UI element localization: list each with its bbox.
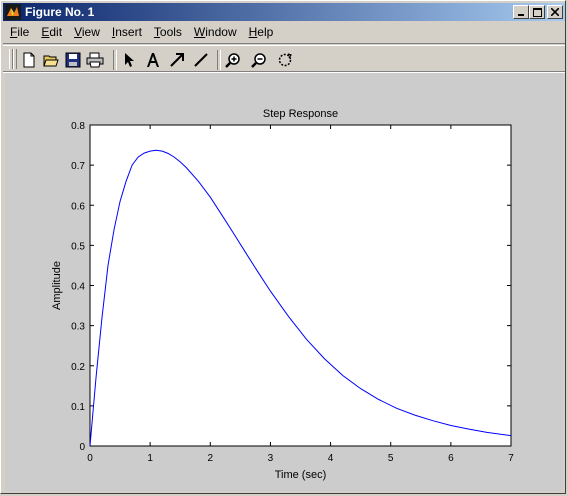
- window-title: Figure No. 1: [25, 5, 95, 19]
- y-tick-label: 0: [79, 442, 85, 453]
- x-tick-label: 1: [147, 453, 153, 464]
- zoom-out-button[interactable]: [249, 50, 269, 70]
- figure-canvas[interactable]: 0 1 2 3 4 5 6 7 0 0.1 0.2 0.3 0.4 0.5 0.6 0.7 0.8 Step Re…: [5, 73, 563, 491]
- y-tick-label: 0.4: [71, 282, 85, 293]
- toolbar-separator: [113, 50, 117, 70]
- x-tick-label: 4: [328, 453, 334, 464]
- zoom-in-icon: [225, 53, 240, 68]
- zoom-in-button[interactable]: [223, 50, 243, 70]
- edit-plot-button[interactable]: [119, 50, 139, 70]
- arrow-icon: [170, 53, 184, 67]
- new-figure-button[interactable]: [19, 50, 39, 70]
- menu-tools[interactable]: Tools: [147, 23, 187, 41]
- zoom-out-icon: [251, 53, 266, 68]
- close-button[interactable]: [547, 5, 563, 19]
- menu-view[interactable]: View: [67, 23, 105, 41]
- menu-bar: File Edit View Insert Tools Window Help: [3, 23, 278, 41]
- arrow-pointer-icon: [125, 53, 134, 67]
- menu-help[interactable]: Help: [242, 23, 279, 41]
- text-a-icon: [147, 53, 159, 67]
- menu-window[interactable]: Window: [187, 23, 242, 41]
- floppy-disk-icon: [65, 52, 81, 68]
- x-tick-label: 7: [508, 453, 514, 464]
- axes-box: [89, 124, 512, 447]
- x-tick-label: 5: [388, 453, 394, 464]
- print-button[interactable]: [85, 50, 105, 70]
- insert-text-button[interactable]: [143, 50, 163, 70]
- step-response-chart[interactable]: 0 1 2 3 4 5 6 7 0 0.1 0.2 0.3 0.4 0.5 0.6 0.7 0.8 Step Re…: [5, 73, 563, 491]
- save-button[interactable]: [63, 50, 83, 70]
- new-document-icon: [23, 52, 35, 68]
- insert-line-button[interactable]: [191, 50, 211, 70]
- y-tick-label: 0.8: [71, 121, 85, 132]
- printer-icon: [86, 52, 104, 68]
- y-tick-label: 0.6: [71, 201, 85, 212]
- title-bar[interactable]: Figure No. 1: [3, 3, 565, 21]
- x-tick-label: 0: [87, 453, 93, 464]
- toolbar-grip[interactable]: [13, 49, 17, 69]
- x-axis-label: Time (sec): [275, 469, 327, 481]
- minimize-button[interactable]: [513, 5, 529, 19]
- menu-file[interactable]: File: [3, 23, 34, 41]
- rotate-icon: [278, 53, 292, 67]
- y-axis-label: Amplitude: [51, 261, 63, 310]
- maximize-icon: [532, 7, 542, 17]
- x-tick-label: 6: [448, 453, 454, 464]
- y-tick-label: 0.5: [71, 241, 85, 252]
- close-icon: [551, 8, 559, 16]
- x-tick-label: 2: [208, 453, 214, 464]
- y-tick-label: 0.3: [71, 322, 85, 333]
- maximize-button[interactable]: [529, 5, 545, 19]
- toolbar: [3, 43, 565, 73]
- x-tick-label: 3: [268, 453, 274, 464]
- minimize-icon: [518, 14, 524, 16]
- open-file-button[interactable]: [41, 50, 61, 70]
- menu-edit[interactable]: Edit: [34, 23, 67, 41]
- toolbar-separator: [217, 50, 221, 70]
- line-icon: [194, 53, 208, 67]
- y-tick-label: 0.2: [71, 362, 85, 373]
- insert-arrow-button[interactable]: [167, 50, 187, 70]
- y-tick-label: 0.7: [71, 161, 85, 172]
- menu-insert[interactable]: Insert: [105, 23, 147, 41]
- open-folder-icon: [43, 55, 59, 67]
- y-tick-label: 0.1: [71, 402, 85, 413]
- rotate-3d-button[interactable]: [275, 50, 295, 70]
- figure-window: Figure No. 1 File Edit View Insert Tools Wind…: [0, 0, 566, 494]
- matlab-logo-icon: [5, 4, 21, 20]
- chart-title: Step Response: [263, 108, 338, 120]
